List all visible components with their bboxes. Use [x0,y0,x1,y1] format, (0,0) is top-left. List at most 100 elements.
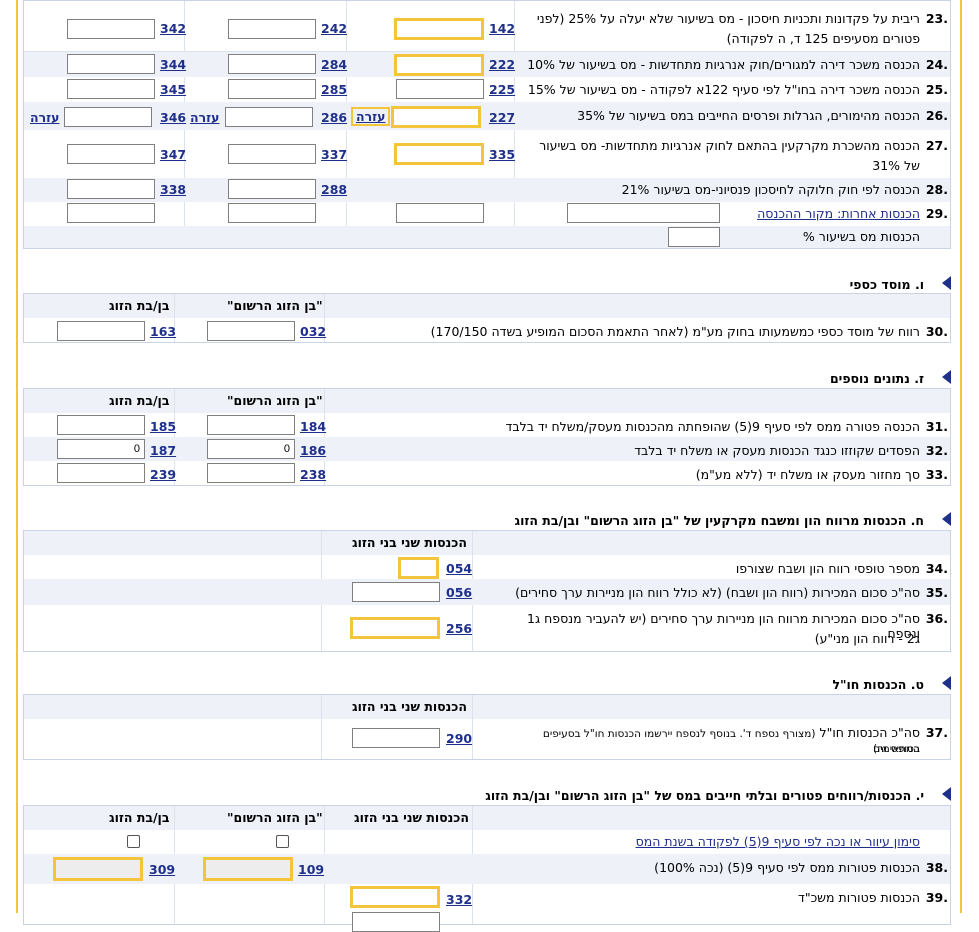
income-field-225[interactable] [396,79,484,99]
row-label: הכנסות פטורות ממס לפי סעיף 9(5) (נכה 100… [654,860,920,875]
field-code[interactable]: 346 [160,110,186,125]
field-032[interactable] [207,321,295,341]
financial-institution-box: "בן הזוג הרשום" בן/בת הזוג 30. רווח של מ… [23,293,951,343]
income-field-347[interactable] [67,144,155,164]
table-row: 33. סך מחזור מעסק או משלח יד (ללא מע"מ) … [24,461,950,485]
field-code[interactable]: 186 [300,443,326,458]
collapse-triangle-icon[interactable] [942,370,951,384]
income-field-344[interactable] [67,54,155,74]
field-code[interactable]: 054 [446,561,472,576]
field-185[interactable] [57,415,145,435]
row-label-note-cont: בטופס זה) [872,743,920,755]
row-label: מספר טופסי רווח הון ושבח שצורפו [735,561,920,576]
capital-gains-box: הכנסות שני בני הזוג 34. מספר טופסי רווח … [23,530,951,652]
table-row: 35. סה"כ סכום המכירות (רווח הון ושבח) (ל… [24,579,950,605]
help-button[interactable]: עזרה [351,107,391,126]
income-field-242[interactable] [228,19,316,39]
field-code[interactable]: 285 [321,82,347,97]
field-code[interactable]: 284 [321,57,347,72]
income-field-346[interactable] [64,107,152,127]
income-field-284[interactable] [228,54,316,74]
field-239[interactable] [57,463,145,483]
income-field-227[interactable] [391,106,481,128]
disability-mark-link[interactable]: סימון עיוור או נכה לפי סעיף 9(5) לפקודה … [500,834,920,849]
field-054[interactable] [398,557,439,579]
collapse-triangle-icon[interactable] [942,676,951,690]
section-other-income-box: 23. ריבית על פקדונות ותכניות חיסכון - מס… [23,0,951,249]
field-186[interactable] [207,439,295,459]
help-link[interactable]: עזרה [30,110,59,125]
registered-spouse-checkbox[interactable] [276,835,289,848]
income-field-335[interactable] [394,143,484,165]
field-056[interactable] [352,582,440,602]
field-code[interactable]: 347 [160,147,186,162]
income-field-142[interactable] [394,18,484,40]
field-code[interactable]: 227 [489,110,515,125]
field-code[interactable]: 338 [160,182,186,197]
field-code[interactable]: 290 [446,731,472,746]
field-code[interactable]: 288 [321,182,347,197]
other-income-amount-3[interactable] [67,203,155,223]
spouse-checkbox[interactable] [127,835,140,848]
field-code[interactable]: 345 [160,82,186,97]
row-label: הכנסה פטורה ממס לפי סעיף 9(5) שהופחתה מה… [505,419,920,434]
field-163[interactable] [57,321,145,341]
table-row: 28. הכנסה לפי חוק חלוקה לחיסכון פנסיוני-… [24,178,950,202]
field-256[interactable] [350,617,440,639]
field-code[interactable]: 056 [446,585,472,600]
collapse-triangle-icon[interactable] [942,276,951,290]
field-code[interactable]: 344 [160,57,186,72]
income-field-286[interactable] [225,107,313,127]
row-label: הכנסות מס בשיעור % [802,229,920,244]
other-income-source-link[interactable]: הכנסות אחרות: מקור ההכנסה [750,206,920,221]
income-field-337[interactable] [228,144,316,164]
field-309[interactable] [53,857,143,881]
income-field-345[interactable] [67,79,155,99]
field-code[interactable]: 239 [150,467,176,482]
other-income-source-input[interactable] [567,203,720,223]
other-income-amount-2[interactable] [228,203,316,223]
field-code[interactable]: 286 [321,110,347,125]
column-header: הכנסות שני בני הזוג [354,810,469,825]
tax-rate-input[interactable] [668,227,720,247]
income-field-342[interactable] [67,19,155,39]
income-field-222[interactable] [394,54,484,76]
field-code[interactable]: 242 [321,21,347,36]
field-code[interactable]: 163 [150,324,176,339]
field-184[interactable] [207,415,295,435]
field-187[interactable] [57,439,145,459]
income-field-285[interactable] [228,79,316,99]
field-109[interactable] [203,857,293,881]
field-code[interactable]: 142 [489,21,515,36]
row-number: 25. [925,82,948,97]
row-label: רווח של מוסד כספי כמשמעותו בחוק מע"מ (לא… [430,324,920,339]
field-332[interactable] [350,886,440,908]
help-link[interactable]: עזרה [190,110,219,125]
field-code[interactable]: 238 [300,467,326,482]
field-code[interactable]: 185 [150,419,176,434]
row-number: 26. [925,108,948,123]
field-code[interactable]: 309 [149,862,175,877]
income-field-338[interactable] [67,179,155,199]
field-code[interactable]: 187 [150,443,176,458]
row-label: הפסדים שקוזזו כנגד הכנסות מעסק או משלח י… [634,443,920,458]
field-code[interactable]: 184 [300,419,326,434]
field-code[interactable]: 335 [489,147,515,162]
field-code[interactable]: 222 [489,57,515,72]
income-field-288[interactable] [228,179,316,199]
field-code[interactable]: 342 [160,21,186,36]
field-code[interactable]: 109 [298,862,324,877]
field-290[interactable] [352,728,440,748]
field-code[interactable]: 032 [300,324,326,339]
field-code[interactable]: 332 [446,892,472,907]
field-code[interactable]: 337 [321,147,347,162]
field-238[interactable] [207,463,295,483]
collapse-triangle-icon[interactable] [942,512,951,526]
collapse-triangle-icon[interactable] [942,787,951,801]
field-next[interactable] [352,912,440,932]
table-row: 24. הכנסה משכר דירה למגורים/חוק אנרגיות … [24,52,950,77]
other-income-amount-1[interactable] [396,203,484,223]
field-code[interactable]: 256 [446,621,472,636]
row-label: סה"כ סכום המכירות (רווח הון ושבח) (לא כו… [515,585,920,600]
field-code[interactable]: 225 [489,82,515,97]
